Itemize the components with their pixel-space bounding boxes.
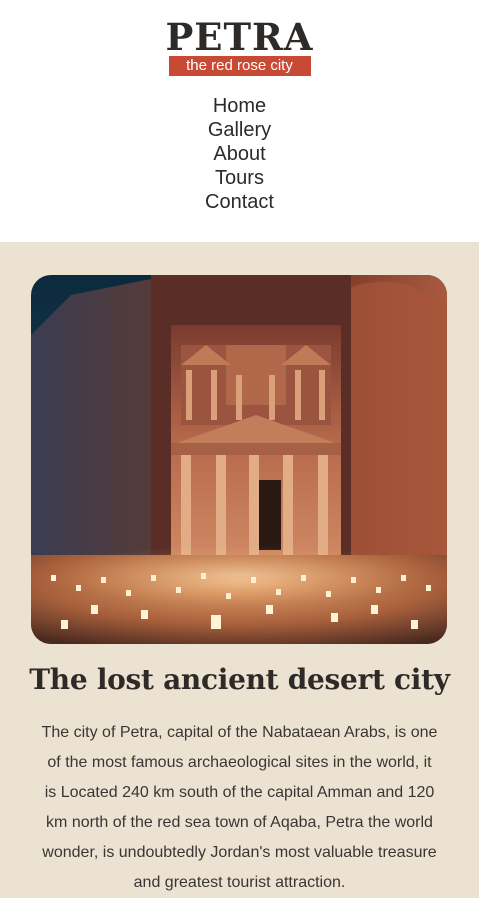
- main-nav: Home Gallery About Tours Contact: [0, 94, 479, 214]
- page-heading: The lost ancient desert city: [29, 663, 450, 696]
- petra-treasury-illustration: [31, 275, 447, 644]
- site-logo[interactable]: PETRA the red rose city: [0, 17, 479, 76]
- nav-about-link[interactable]: About: [0, 142, 479, 166]
- site-header: PETRA the red rose city Home Gallery Abo…: [0, 0, 479, 242]
- hero-image: [31, 275, 447, 644]
- intro-paragraph: The city of Petra, capital of the Nabata…: [41, 724, 438, 891]
- logo-title: PETRA: [165, 15, 314, 59]
- nav-contact-link[interactable]: Contact: [0, 190, 479, 214]
- logo-tagline: the red rose city: [168, 56, 311, 76]
- nav-home-link[interactable]: Home: [0, 94, 479, 118]
- nav-tours-link[interactable]: Tours: [0, 166, 479, 190]
- nav-gallery-link[interactable]: Gallery: [0, 118, 479, 142]
